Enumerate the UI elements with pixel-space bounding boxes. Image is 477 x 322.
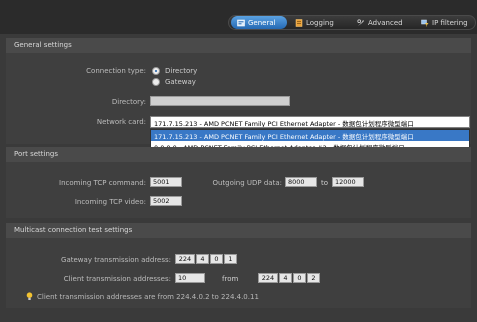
radio-gateway[interactable]	[152, 78, 160, 86]
network-card-select[interactable]: 171.7.15.213 - AMD PCNET Family PCI Ethe…	[150, 116, 470, 128]
ip-filtering-icon	[421, 19, 429, 26]
directory-input[interactable]	[150, 96, 290, 106]
multicast-settings-header: Multicast connection test settings	[6, 223, 471, 238]
tab-ip-filtering[interactable]: IP filtering	[415, 16, 475, 29]
outgoing-udp-to-label: to	[321, 179, 329, 187]
radio-directory[interactable]	[152, 67, 160, 75]
tab-advanced[interactable]: Advanced	[351, 16, 413, 29]
client-ip-octet-2[interactable]: 4	[279, 273, 292, 283]
client-ip-octet-3[interactable]: 0	[293, 273, 306, 283]
client-ip-octet-4[interactable]: 2	[307, 273, 320, 283]
outgoing-udp-label: Outgoing UDP data:	[212, 179, 282, 187]
client-from-label: from	[222, 275, 239, 283]
tab-ip-filtering-label: IP filtering	[432, 18, 468, 27]
radio-gateway-label: Gateway	[165, 78, 196, 86]
lightbulb-icon	[26, 292, 33, 300]
tab-general-label: General	[248, 18, 276, 27]
logging-icon	[295, 18, 303, 27]
gateway-ip-field[interactable]: 224 4 0 1	[175, 254, 237, 264]
general-settings-header: General settings	[6, 38, 471, 53]
tab-general[interactable]: General	[231, 16, 287, 29]
tab-advanced-label: Advanced	[368, 18, 403, 27]
tab-logging[interactable]: Logging	[289, 16, 349, 29]
network-card-option-1[interactable]: 171.7.15.213 - AMD PCNET Family PCI Ethe…	[151, 130, 469, 141]
advanced-icon	[357, 18, 364, 26]
connection-type-label: Connection type:	[86, 67, 146, 75]
gateway-ip-octet-1[interactable]: 224	[175, 254, 195, 264]
outgoing-udp-from-input[interactable]: 8000	[285, 177, 317, 187]
settings-tab-bar: General Logging Advanced IP filtering	[228, 15, 476, 30]
tab-logging-label: Logging	[306, 18, 334, 27]
radio-directory-label: Directory	[165, 67, 198, 75]
port-settings-panel	[6, 162, 471, 218]
client-range-info: Client transmission addresses are from 2…	[26, 292, 259, 301]
incoming-tcp-command-label: Incoming TCP command:	[59, 179, 146, 187]
outgoing-udp-to-input[interactable]: 12000	[332, 177, 364, 187]
gateway-ip-octet-3[interactable]: 0	[210, 254, 223, 264]
gateway-ip-octet-2[interactable]: 4	[196, 254, 209, 264]
incoming-tcp-video-label: Incoming TCP video:	[74, 198, 146, 206]
gateway-transmission-label: Gateway transmission address:	[61, 256, 171, 264]
client-from-ip-field[interactable]: 224 4 0 2	[258, 273, 320, 283]
incoming-tcp-command-input[interactable]: 5001	[150, 177, 182, 187]
general-settings-icon	[237, 19, 245, 26]
incoming-tcp-video-input[interactable]: 5002	[150, 196, 182, 206]
client-ip-octet-1[interactable]: 224	[258, 273, 278, 283]
directory-label: Directory:	[111, 98, 146, 106]
client-range-info-text: Client transmission addresses are from 2…	[37, 292, 259, 301]
network-card-label: Network card:	[96, 118, 146, 126]
port-settings-header: Port settings	[6, 147, 471, 162]
client-count-input[interactable]: 10	[175, 273, 205, 283]
gateway-ip-octet-4[interactable]: 1	[224, 254, 237, 264]
client-transmission-label: Client transmission addresses:	[63, 275, 171, 283]
